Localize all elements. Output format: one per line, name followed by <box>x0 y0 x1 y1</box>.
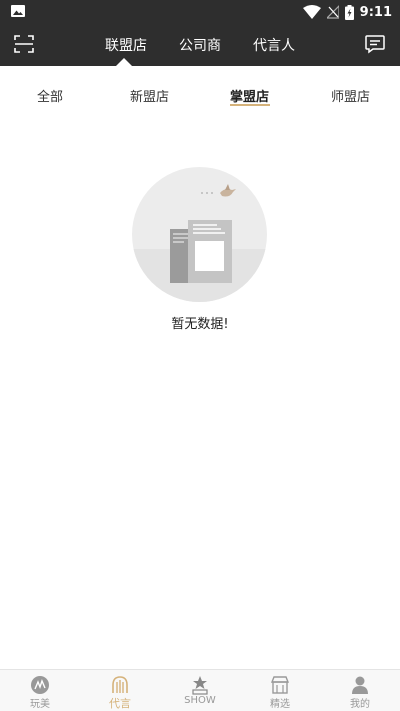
tab-endorser[interactable]: 代言人 <box>253 35 295 55</box>
sub-tabs: 全部 新盟店 掌盟店 师盟店 <box>0 66 400 122</box>
active-tab-indicator <box>116 58 132 66</box>
battery-charging-icon <box>344 4 354 20</box>
subtab-active-underline <box>230 104 270 106</box>
status-bar: 9:11 <box>0 0 400 24</box>
profile-icon <box>352 676 368 694</box>
nav-label: SHOW <box>184 695 216 706</box>
wifi-icon <box>302 5 321 19</box>
top-bar: 9:11 联盟店 公司商 代言人 <box>0 0 400 66</box>
nav-featured[interactable]: 精选 <box>240 670 320 711</box>
nav-label: 玩美 <box>30 699 50 710</box>
play-beauty-icon <box>31 676 49 694</box>
status-time: 9:11 <box>359 4 392 20</box>
subtab-new-store[interactable]: 新盟店 <box>130 86 169 105</box>
tab-company[interactable]: 公司商 <box>179 35 221 55</box>
nav-play-beauty[interactable]: 玩美 <box>0 670 80 711</box>
nav-profile[interactable]: 我的 <box>320 670 400 711</box>
no-signal-icon <box>326 5 339 19</box>
nav-label: 我的 <box>350 699 370 710</box>
subtab-palm-store[interactable]: 掌盟店 <box>230 86 269 105</box>
nav-label: 代言 <box>109 697 131 710</box>
subtab-all[interactable]: 全部 <box>37 86 63 105</box>
gallery-icon <box>11 5 25 17</box>
message-icon[interactable] <box>363 32 387 56</box>
bottom-nav: 玩美 代言 SHOW 精选 我的 <box>0 669 400 711</box>
nav-endorse[interactable]: 代言 <box>80 670 160 711</box>
nav-label: 精选 <box>270 699 290 710</box>
endorse-icon <box>112 676 128 693</box>
tab-alliance-store[interactable]: 联盟店 <box>105 35 147 55</box>
empty-state-illustration <box>132 167 267 302</box>
header: 联盟店 公司商 代言人 <box>0 24 400 66</box>
nav-show[interactable]: SHOW <box>160 670 240 711</box>
store-icon <box>270 676 290 694</box>
top-tabs: 联盟店 公司商 代言人 <box>0 24 400 66</box>
subtab-master-store[interactable]: 师盟店 <box>331 86 370 105</box>
show-icon <box>192 676 208 695</box>
empty-state-text: 暂无数据! <box>171 317 229 332</box>
